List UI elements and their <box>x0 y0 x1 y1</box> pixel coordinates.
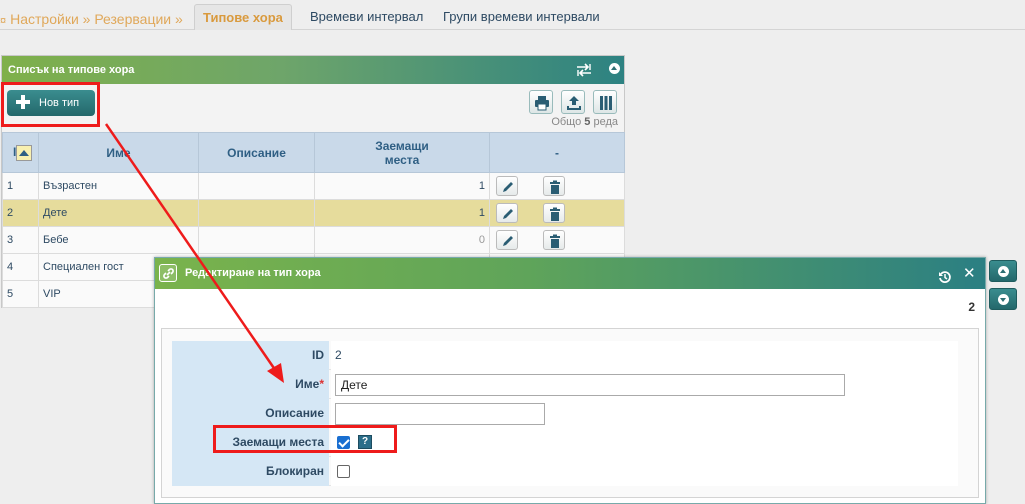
columns-button[interactable] <box>593 90 617 114</box>
top-navigation: ¤ Настройки » Резервации » Типове хора Вр… <box>0 0 1025 30</box>
form-row-name: Име* <box>172 370 958 399</box>
cell-name: Бебе <box>38 226 199 254</box>
cell-description <box>198 226 315 254</box>
cell-id: 5 <box>2 280 39 308</box>
total-rows: Общо 5 реда <box>551 116 618 128</box>
form-row-blocked: Блокиран <box>172 457 958 486</box>
sort-ascending-icon[interactable] <box>16 144 33 161</box>
blocked-checkbox[interactable] <box>337 465 350 478</box>
id-value: 2 <box>331 341 958 370</box>
tab-time-interval[interactable]: Времеви интервал <box>302 4 431 30</box>
cell-description <box>198 199 315 227</box>
id-label: ID <box>172 341 329 370</box>
printer-icon <box>535 96 549 111</box>
column-header-actions: - <box>489 132 625 173</box>
delete-row-button[interactable] <box>543 230 566 250</box>
close-icon[interactable]: ✕ <box>963 258 976 289</box>
link-icon[interactable] <box>159 264 177 282</box>
cell-id: 4 <box>2 253 39 281</box>
delete-row-button[interactable] <box>543 203 566 223</box>
breadcrumb-text[interactable]: Настройки » Резервации » <box>10 11 183 27</box>
name-label: Име* <box>172 370 329 399</box>
cell-actions <box>489 172 625 200</box>
cell-id: 2 <box>2 199 39 227</box>
cell-id: 1 <box>2 172 39 200</box>
list-panel-header: Списък на типове хора <box>2 56 624 84</box>
delete-row-button[interactable] <box>543 176 566 196</box>
description-label: Описание <box>172 399 329 428</box>
scroll-down-button[interactable] <box>989 288 1017 310</box>
annotation-box-new-button <box>1 82 100 127</box>
cell-id: 3 <box>2 226 39 254</box>
table-row[interactable]: 2 Дете 1 <box>2 199 625 227</box>
arrow-down-icon <box>998 294 1009 305</box>
tab-person-types[interactable]: Типове хора <box>194 4 292 30</box>
cell-actions <box>489 199 625 227</box>
cell-actions <box>489 226 625 254</box>
column-header-id[interactable]: I <box>2 132 39 173</box>
form-row-description: Описание <box>172 399 958 428</box>
edit-row-button[interactable] <box>496 176 518 196</box>
print-button[interactable] <box>529 90 553 114</box>
columns-icon <box>600 96 612 110</box>
cell-seats: 1 <box>314 199 490 227</box>
column-header-seats[interactable]: Заемащи места <box>314 132 490 173</box>
cell-description <box>198 172 315 200</box>
export-button[interactable] <box>561 90 585 114</box>
cell-name: Възрастен <box>38 172 199 200</box>
edit-row-button[interactable] <box>496 203 518 223</box>
arrow-up-icon <box>998 266 1009 277</box>
table-row[interactable]: 1 Възрастен 1 <box>2 172 625 200</box>
column-header-description[interactable]: Описание <box>198 132 315 173</box>
form-row-id: ID 2 <box>172 341 958 370</box>
list-panel-title: Списък на типове хора <box>8 64 135 76</box>
dialog-header: Редактиране на тип хора ✕ <box>155 258 985 289</box>
cell-seats: 0 <box>314 226 490 254</box>
square-bullet-icon: ¤ <box>0 15 7 27</box>
table-row[interactable]: 3 Бебе 0 <box>2 226 625 254</box>
collapse-panel-icon[interactable] <box>606 63 622 77</box>
cell-name: Дете <box>38 199 199 227</box>
upload-icon <box>567 96 581 110</box>
column-header-name[interactable]: Име <box>38 132 199 173</box>
edit-row-button[interactable] <box>496 230 518 250</box>
cell-seats: 1 <box>314 172 490 200</box>
description-input[interactable] <box>335 403 545 425</box>
scroll-up-button[interactable] <box>989 260 1017 282</box>
dialog-record-id: 2 <box>968 300 975 314</box>
edit-form: ID 2 Име* Описание Заемащи места ? Блоки… <box>161 328 979 498</box>
tab-time-interval-groups[interactable]: Групи времеви интервали <box>435 4 608 30</box>
dialog-title: Редактиране на тип хора <box>185 267 321 279</box>
name-input[interactable] <box>335 374 845 396</box>
swap-columns-icon[interactable] <box>576 63 592 77</box>
annotation-box-seats <box>213 425 397 453</box>
blocked-label: Блокиран <box>172 457 329 486</box>
history-icon[interactable] <box>938 266 952 297</box>
breadcrumb[interactable]: ¤ Настройки » Резервации » <box>0 11 183 27</box>
edit-person-type-dialog: Редактиране на тип хора ✕ 2 ID 2 Име* Оп… <box>154 257 986 504</box>
